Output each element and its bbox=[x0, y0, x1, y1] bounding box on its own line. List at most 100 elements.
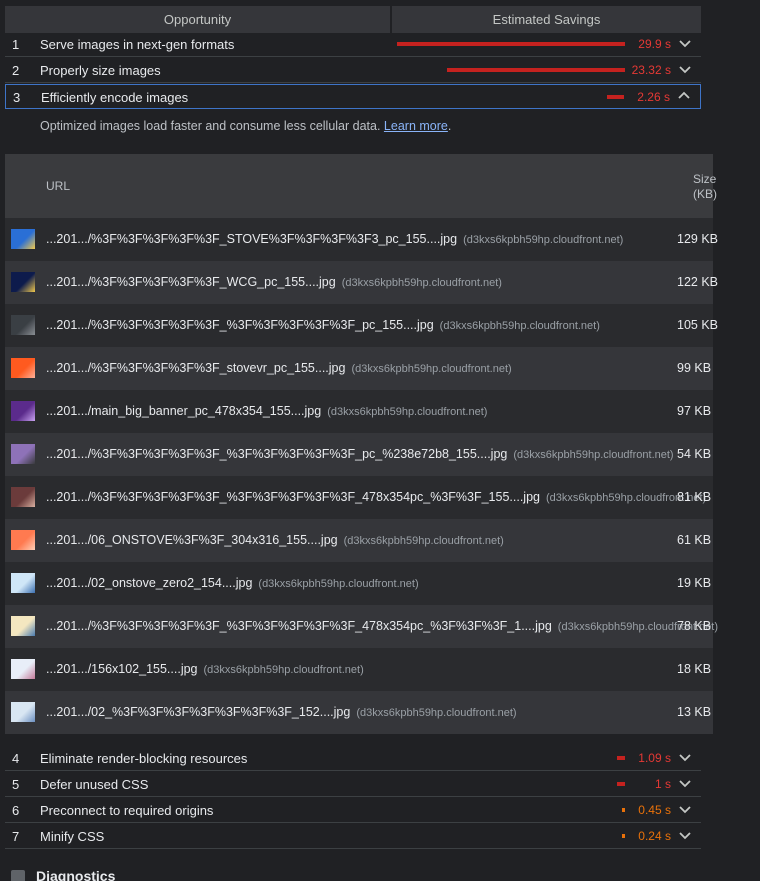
opportunity-title: Eliminate render-blocking resources bbox=[40, 751, 248, 766]
image-thumbnail[interactable] bbox=[11, 573, 35, 593]
resource-url[interactable]: ...201.../%3F%3F%3F%3F%3F_%3F%3F%3F%3F%3… bbox=[46, 490, 540, 504]
resource-host: (d3kxs6kpbh59hp.cloudfront.net) bbox=[356, 707, 517, 719]
resource-url[interactable]: ...201.../06_ONSTOVE%3F%3F_304x316_155..… bbox=[46, 533, 338, 547]
opportunity-row[interactable]: 6 Preconnect to required origins 0.45 s bbox=[5, 798, 701, 823]
url-cell: ...201.../%3F%3F%3F%3F%3F_%3F%3F%3F%3F%3… bbox=[46, 619, 718, 633]
image-details-table: URL Size (KB) ...201.../%3F%3F%3F%3F%3F_… bbox=[5, 154, 718, 734]
diagnostics-section: Diagnostics bbox=[8, 869, 208, 881]
resource-host: (d3kxs6kpbh59hp.cloudfront.net) bbox=[258, 578, 419, 590]
size-column-header: Size (KB) bbox=[693, 172, 717, 201]
image-thumbnail[interactable] bbox=[11, 444, 35, 464]
opportunity-row[interactable]: 4 Eliminate render-blocking resources 1.09… bbox=[5, 746, 701, 771]
image-thumbnail[interactable] bbox=[11, 229, 35, 249]
table-row: ...201.../%3F%3F%3F%3F%3F_%3F%3F%3F%3F%3… bbox=[5, 605, 718, 648]
resource-url[interactable]: ...201.../main_big_banner_pc_478x354_155… bbox=[46, 404, 321, 418]
url-column-header: URL bbox=[46, 179, 71, 193]
resource-url[interactable]: ...201.../%3F%3F%3F%3F%3F_stovevr_pc_155… bbox=[46, 361, 345, 375]
description-period: . bbox=[447, 119, 452, 133]
savings-value: 29.9 s bbox=[638, 37, 671, 51]
size-cell: 78 KB bbox=[677, 619, 712, 633]
opportunity-number: 3 bbox=[13, 90, 21, 105]
size-cell: 129 KB bbox=[677, 232, 719, 246]
image-thumbnail[interactable] bbox=[11, 358, 35, 378]
resource-url[interactable]: ...201.../02_onstove_zero2_154....jpg bbox=[46, 576, 252, 590]
image-thumbnail[interactable] bbox=[11, 659, 35, 679]
table-row: ...201.../%3F%3F%3F%3F%3F_STOVE%3F%3F%3F… bbox=[5, 218, 718, 261]
table-row: ...201.../06_ONSTOVE%3F%3F_304x316_155..… bbox=[5, 519, 713, 562]
savings-bar bbox=[622, 834, 625, 838]
image-thumbnail[interactable] bbox=[11, 272, 35, 292]
opportunity-row[interactable]: 1 Serve images in next-gen formats 29.9 s bbox=[5, 32, 701, 57]
expand-toggle[interactable] bbox=[677, 61, 693, 77]
expand-toggle[interactable] bbox=[677, 775, 693, 791]
chevron-down-icon bbox=[679, 780, 691, 788]
image-thumbnail[interactable] bbox=[11, 530, 35, 550]
image-thumbnail[interactable] bbox=[11, 315, 35, 335]
resource-host: (d3kxs6kpbh59hp.cloudfront.net) bbox=[463, 234, 624, 246]
expand-toggle[interactable] bbox=[677, 801, 693, 817]
resource-url[interactable]: ...201.../02_%3F%3F%3F%3F%3F%3F%3F_152..… bbox=[46, 705, 350, 719]
resource-url[interactable]: ...201.../156x102_155....jpg bbox=[46, 662, 198, 676]
diagnostics-heading: Diagnostics bbox=[36, 869, 116, 881]
url-cell: ...201.../%3F%3F%3F%3F%3F_%3F%3F%3F%3F%3… bbox=[46, 447, 674, 461]
savings-value: 0.45 s bbox=[638, 803, 671, 817]
opportunity-number: 2 bbox=[12, 63, 20, 78]
size-cell: 105 KB bbox=[677, 318, 719, 332]
savings-value: 1.09 s bbox=[638, 751, 671, 765]
opportunity-row[interactable]: 5 Defer unused CSS 1 s bbox=[5, 772, 701, 797]
table-row: ...201.../%3F%3F%3F%3F%3F_stovevr_pc_155… bbox=[5, 347, 713, 390]
size-cell: 81 KB bbox=[677, 490, 712, 504]
table-row: ...201.../%3F%3F%3F%3F%3F_%3F%3F%3F%3F%3… bbox=[5, 304, 718, 347]
expand-toggle[interactable] bbox=[677, 749, 693, 765]
table-row: ...201.../%3F%3F%3F%3F%3F_%3F%3F%3F%3F%3… bbox=[5, 433, 713, 476]
opportunity-number: 7 bbox=[12, 829, 20, 844]
resource-host: (d3kxs6kpbh59hp.cloudfront.net) bbox=[203, 664, 364, 676]
opportunity-row[interactable]: 7 Minify CSS 0.24 s bbox=[5, 824, 701, 849]
resource-host: (d3kxs6kpbh59hp.cloudfront.net) bbox=[327, 406, 488, 418]
opportunity-title: Preconnect to required origins bbox=[40, 803, 214, 818]
savings-bar bbox=[397, 42, 625, 46]
table-row: ...201.../02_%3F%3F%3F%3F%3F%3F%3F_152..… bbox=[5, 691, 713, 734]
image-thumbnail[interactable] bbox=[11, 702, 35, 722]
opportunity-title: Defer unused CSS bbox=[40, 777, 149, 792]
opportunity-row[interactable]: 2 Properly size images 23.32 s bbox=[5, 58, 701, 83]
resource-url[interactable]: ...201.../%3F%3F%3F%3F%3F_%3F%3F%3F%3F%3… bbox=[46, 447, 507, 461]
chevron-down-icon bbox=[679, 754, 691, 762]
table-row: ...201.../%3F%3F%3F%3F%3F_WCG_pc_155....… bbox=[5, 261, 718, 304]
savings-bar bbox=[617, 782, 625, 786]
savings-bar bbox=[622, 808, 625, 812]
image-thumbnail[interactable] bbox=[11, 401, 35, 421]
resource-url[interactable]: ...201.../%3F%3F%3F%3F%3F_%3F%3F%3F%3F%3… bbox=[46, 619, 552, 633]
table-row: ...201.../02_onstove_zero2_154....jpg (d3… bbox=[5, 562, 713, 605]
size-cell: 13 KB bbox=[677, 705, 712, 719]
size-cell: 122 KB bbox=[677, 275, 719, 289]
resource-host: (d3kxs6kpbh59hp.cloudfront.net) bbox=[513, 449, 674, 461]
expand-toggle[interactable] bbox=[677, 827, 693, 843]
opportunity-column-header: Opportunity bbox=[5, 6, 390, 33]
opportunity-table-header: Opportunity Estimated Savings bbox=[5, 6, 701, 33]
details-table-header: URL Size (KB) bbox=[5, 154, 717, 218]
resource-url[interactable]: ...201.../%3F%3F%3F%3F%3F_%3F%3F%3F%3F%3… bbox=[46, 318, 434, 332]
opportunity-row[interactable]: 3 Efficiently encode images 2.26 s bbox=[5, 84, 701, 109]
expand-toggle[interactable] bbox=[676, 88, 692, 104]
url-cell: ...201.../%3F%3F%3F%3F%3F_%3F%3F%3F%3F%3… bbox=[46, 318, 600, 332]
chevron-down-icon bbox=[679, 40, 691, 48]
url-cell: ...201.../02_%3F%3F%3F%3F%3F%3F%3F_152..… bbox=[46, 705, 517, 719]
savings-value: 1 s bbox=[654, 777, 671, 791]
expand-toggle[interactable] bbox=[677, 35, 693, 51]
url-cell: ...201.../%3F%3F%3F%3F%3F_WCG_pc_155....… bbox=[46, 275, 502, 289]
resource-url[interactable]: ...201.../%3F%3F%3F%3F%3F_WCG_pc_155....… bbox=[46, 275, 336, 289]
url-cell: ...201.../06_ONSTOVE%3F%3F_304x316_155..… bbox=[46, 533, 504, 547]
url-cell: ...201.../%3F%3F%3F%3F%3F_stovevr_pc_155… bbox=[46, 361, 512, 375]
opportunity-title: Minify CSS bbox=[40, 829, 105, 844]
size-cell: 54 KB bbox=[677, 447, 712, 461]
resource-url[interactable]: ...201.../%3F%3F%3F%3F%3F_STOVE%3F%3F%3F… bbox=[46, 232, 457, 246]
opportunity-title: Properly size images bbox=[40, 63, 161, 78]
size-cell: 18 KB bbox=[677, 662, 712, 676]
size-cell: 99 KB bbox=[677, 361, 712, 375]
chevron-down-icon bbox=[679, 806, 691, 814]
learn-more-link[interactable]: Learn more bbox=[384, 119, 448, 133]
image-thumbnail[interactable] bbox=[11, 487, 35, 507]
image-thumbnail[interactable] bbox=[11, 616, 35, 636]
audit-description: Optimized images load faster and consume… bbox=[40, 119, 451, 133]
